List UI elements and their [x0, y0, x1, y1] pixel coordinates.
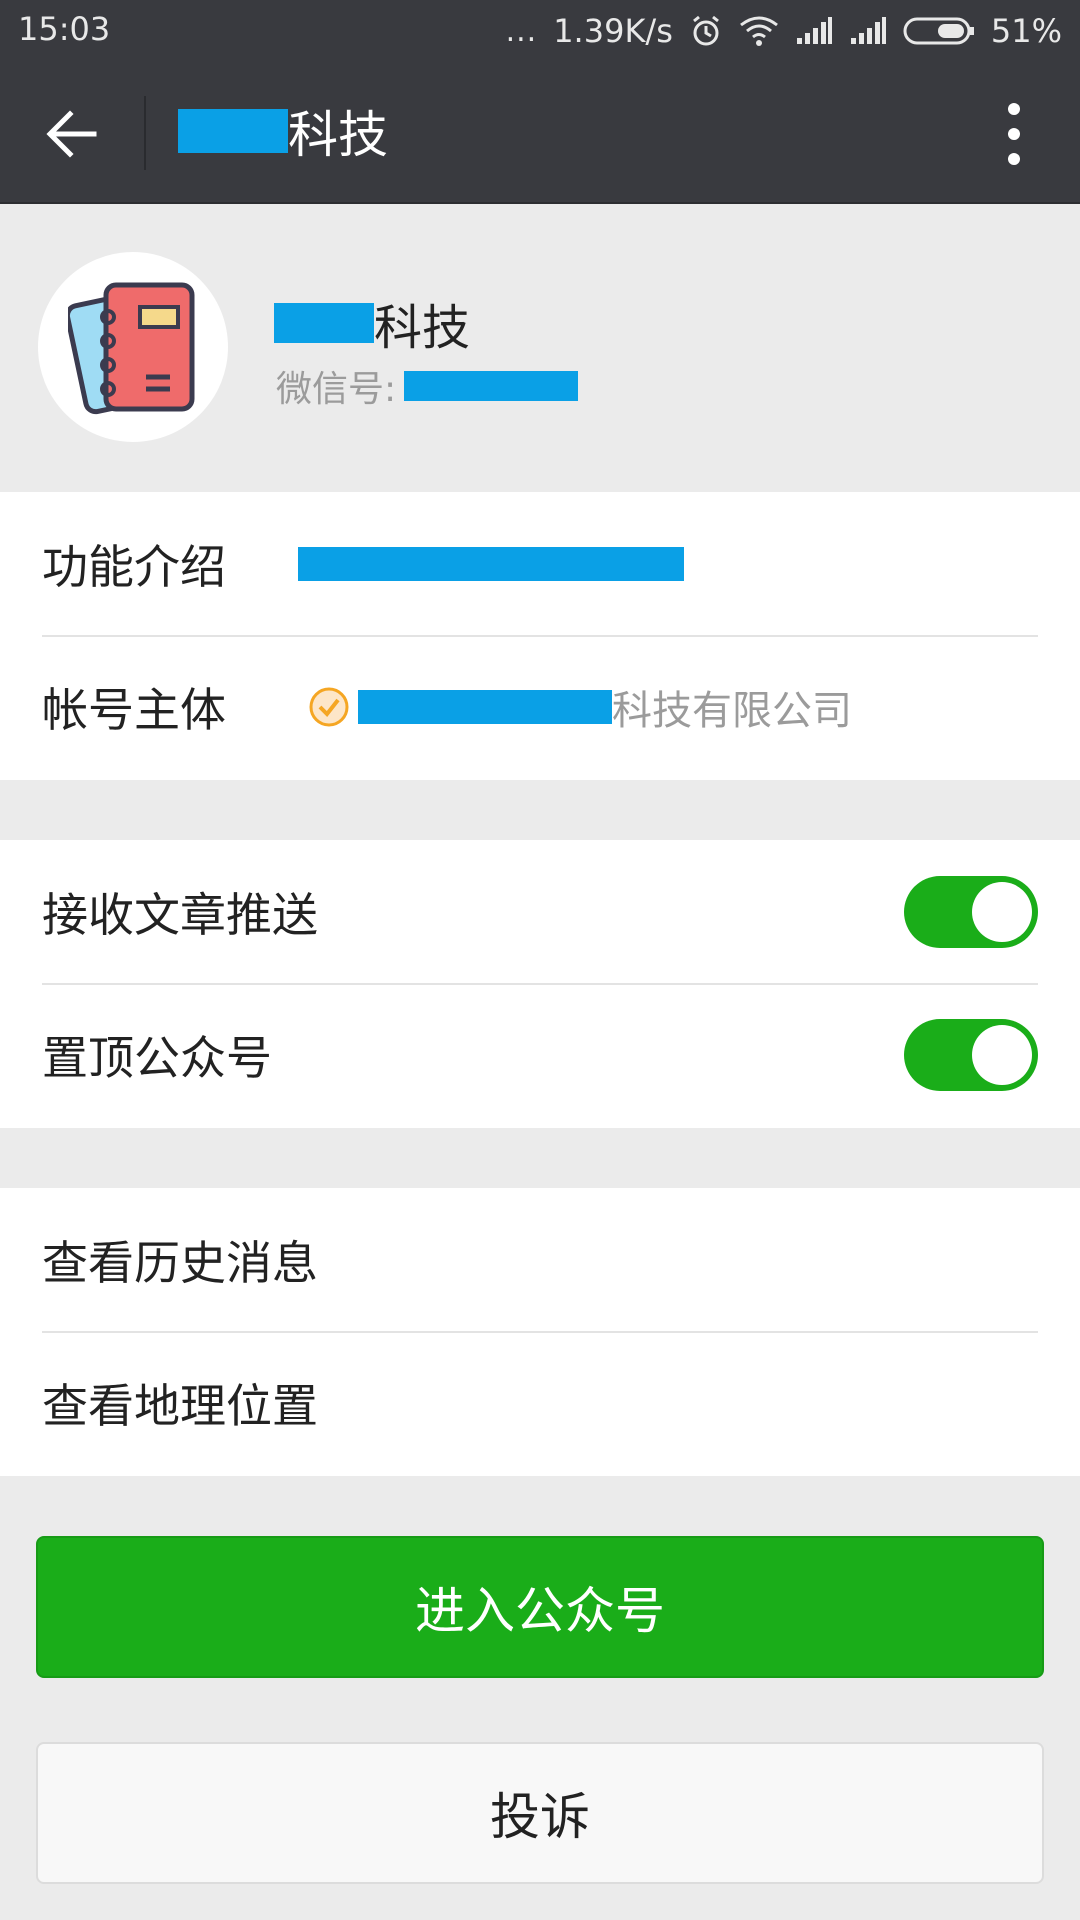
avatar[interactable] — [38, 252, 228, 442]
title-divider — [144, 96, 146, 170]
links-group: 查看历史消息 查看地理位置 — [0, 1188, 1080, 1476]
status-time: 15:03 — [18, 10, 111, 48]
location-row[interactable]: 查看地理位置 — [0, 1331, 1080, 1474]
more-vertical-icon — [1008, 103, 1020, 165]
status-bar: 15:03 ... 1.39K/s 51% — [0, 0, 1080, 62]
account-name-text: 科技 — [374, 300, 471, 356]
back-button[interactable] — [36, 98, 108, 170]
entity-row[interactable]: 帐号主体 科技有限公司 — [0, 635, 1080, 778]
entity-value: 科技有限公司 — [308, 678, 852, 736]
battery-percent: 51% — [990, 12, 1062, 50]
enter-account-button[interactable]: 进入公众号 — [36, 1536, 1044, 1678]
entity-label: 帐号主体 — [42, 682, 226, 737]
redacted-block — [178, 109, 288, 153]
receive-push-row: 接收文章推送 — [0, 840, 1080, 983]
complain-button[interactable]: 投诉 — [36, 1742, 1044, 1884]
intro-label: 功能介绍 — [42, 539, 226, 594]
more-options-button[interactable] — [984, 98, 1044, 170]
receive-push-toggle[interactable] — [904, 875, 1038, 948]
account-profile: 科技 微信号: — [0, 204, 1080, 492]
arrow-left-icon — [46, 110, 97, 158]
pin-top-label: 置顶公众号 — [42, 1030, 272, 1085]
redacted-block — [298, 546, 684, 581]
wifi-icon — [739, 16, 778, 46]
history-row[interactable]: 查看历史消息 — [0, 1188, 1080, 1331]
pin-top-toggle[interactable] — [904, 1018, 1038, 1091]
history-label: 查看历史消息 — [42, 1235, 318, 1290]
toggle-knob — [972, 1024, 1032, 1085]
notebook-icon — [68, 282, 195, 415]
page-title: 科技 — [178, 98, 388, 164]
settings-group: 接收文章推送 置顶公众号 — [0, 840, 1080, 1128]
redacted-block — [358, 689, 612, 724]
redacted-block — [404, 371, 579, 401]
entity-value-text: 科技有限公司 — [612, 687, 852, 734]
location-label: 查看地理位置 — [42, 1378, 318, 1433]
net-speed: 1.39K/s — [553, 12, 673, 50]
account-name: 科技 — [274, 290, 470, 356]
signal-icon — [850, 17, 886, 44]
alarm-icon — [692, 15, 719, 46]
info-group: 功能介绍 帐号主体 科技有限公司 — [0, 492, 1080, 780]
redacted-block — [274, 303, 374, 343]
title-bar: 科技 — [0, 62, 1080, 204]
dots-icon: ... — [505, 13, 538, 49]
verified-check-icon — [309, 687, 349, 726]
signal-icon — [796, 17, 832, 44]
page-title-text: 科技 — [288, 106, 388, 164]
status-indicators: ... 1.39K/s 51% — [506, 8, 1062, 54]
intro-row: 功能介绍 — [0, 492, 1080, 635]
wechat-id-label: 微信号: — [276, 369, 397, 410]
receive-push-label: 接收文章推送 — [42, 887, 318, 942]
wechat-id: 微信号: — [276, 358, 579, 414]
intro-value — [298, 546, 684, 581]
official-account-profile-screen: 15:03 ... 1.39K/s 51% 科技 科技 微信号: 功能介绍 帐号… — [0, 0, 1080, 1920]
toggle-knob — [972, 881, 1032, 942]
battery-icon — [903, 17, 974, 45]
pin-top-row: 置顶公众号 — [0, 983, 1080, 1126]
